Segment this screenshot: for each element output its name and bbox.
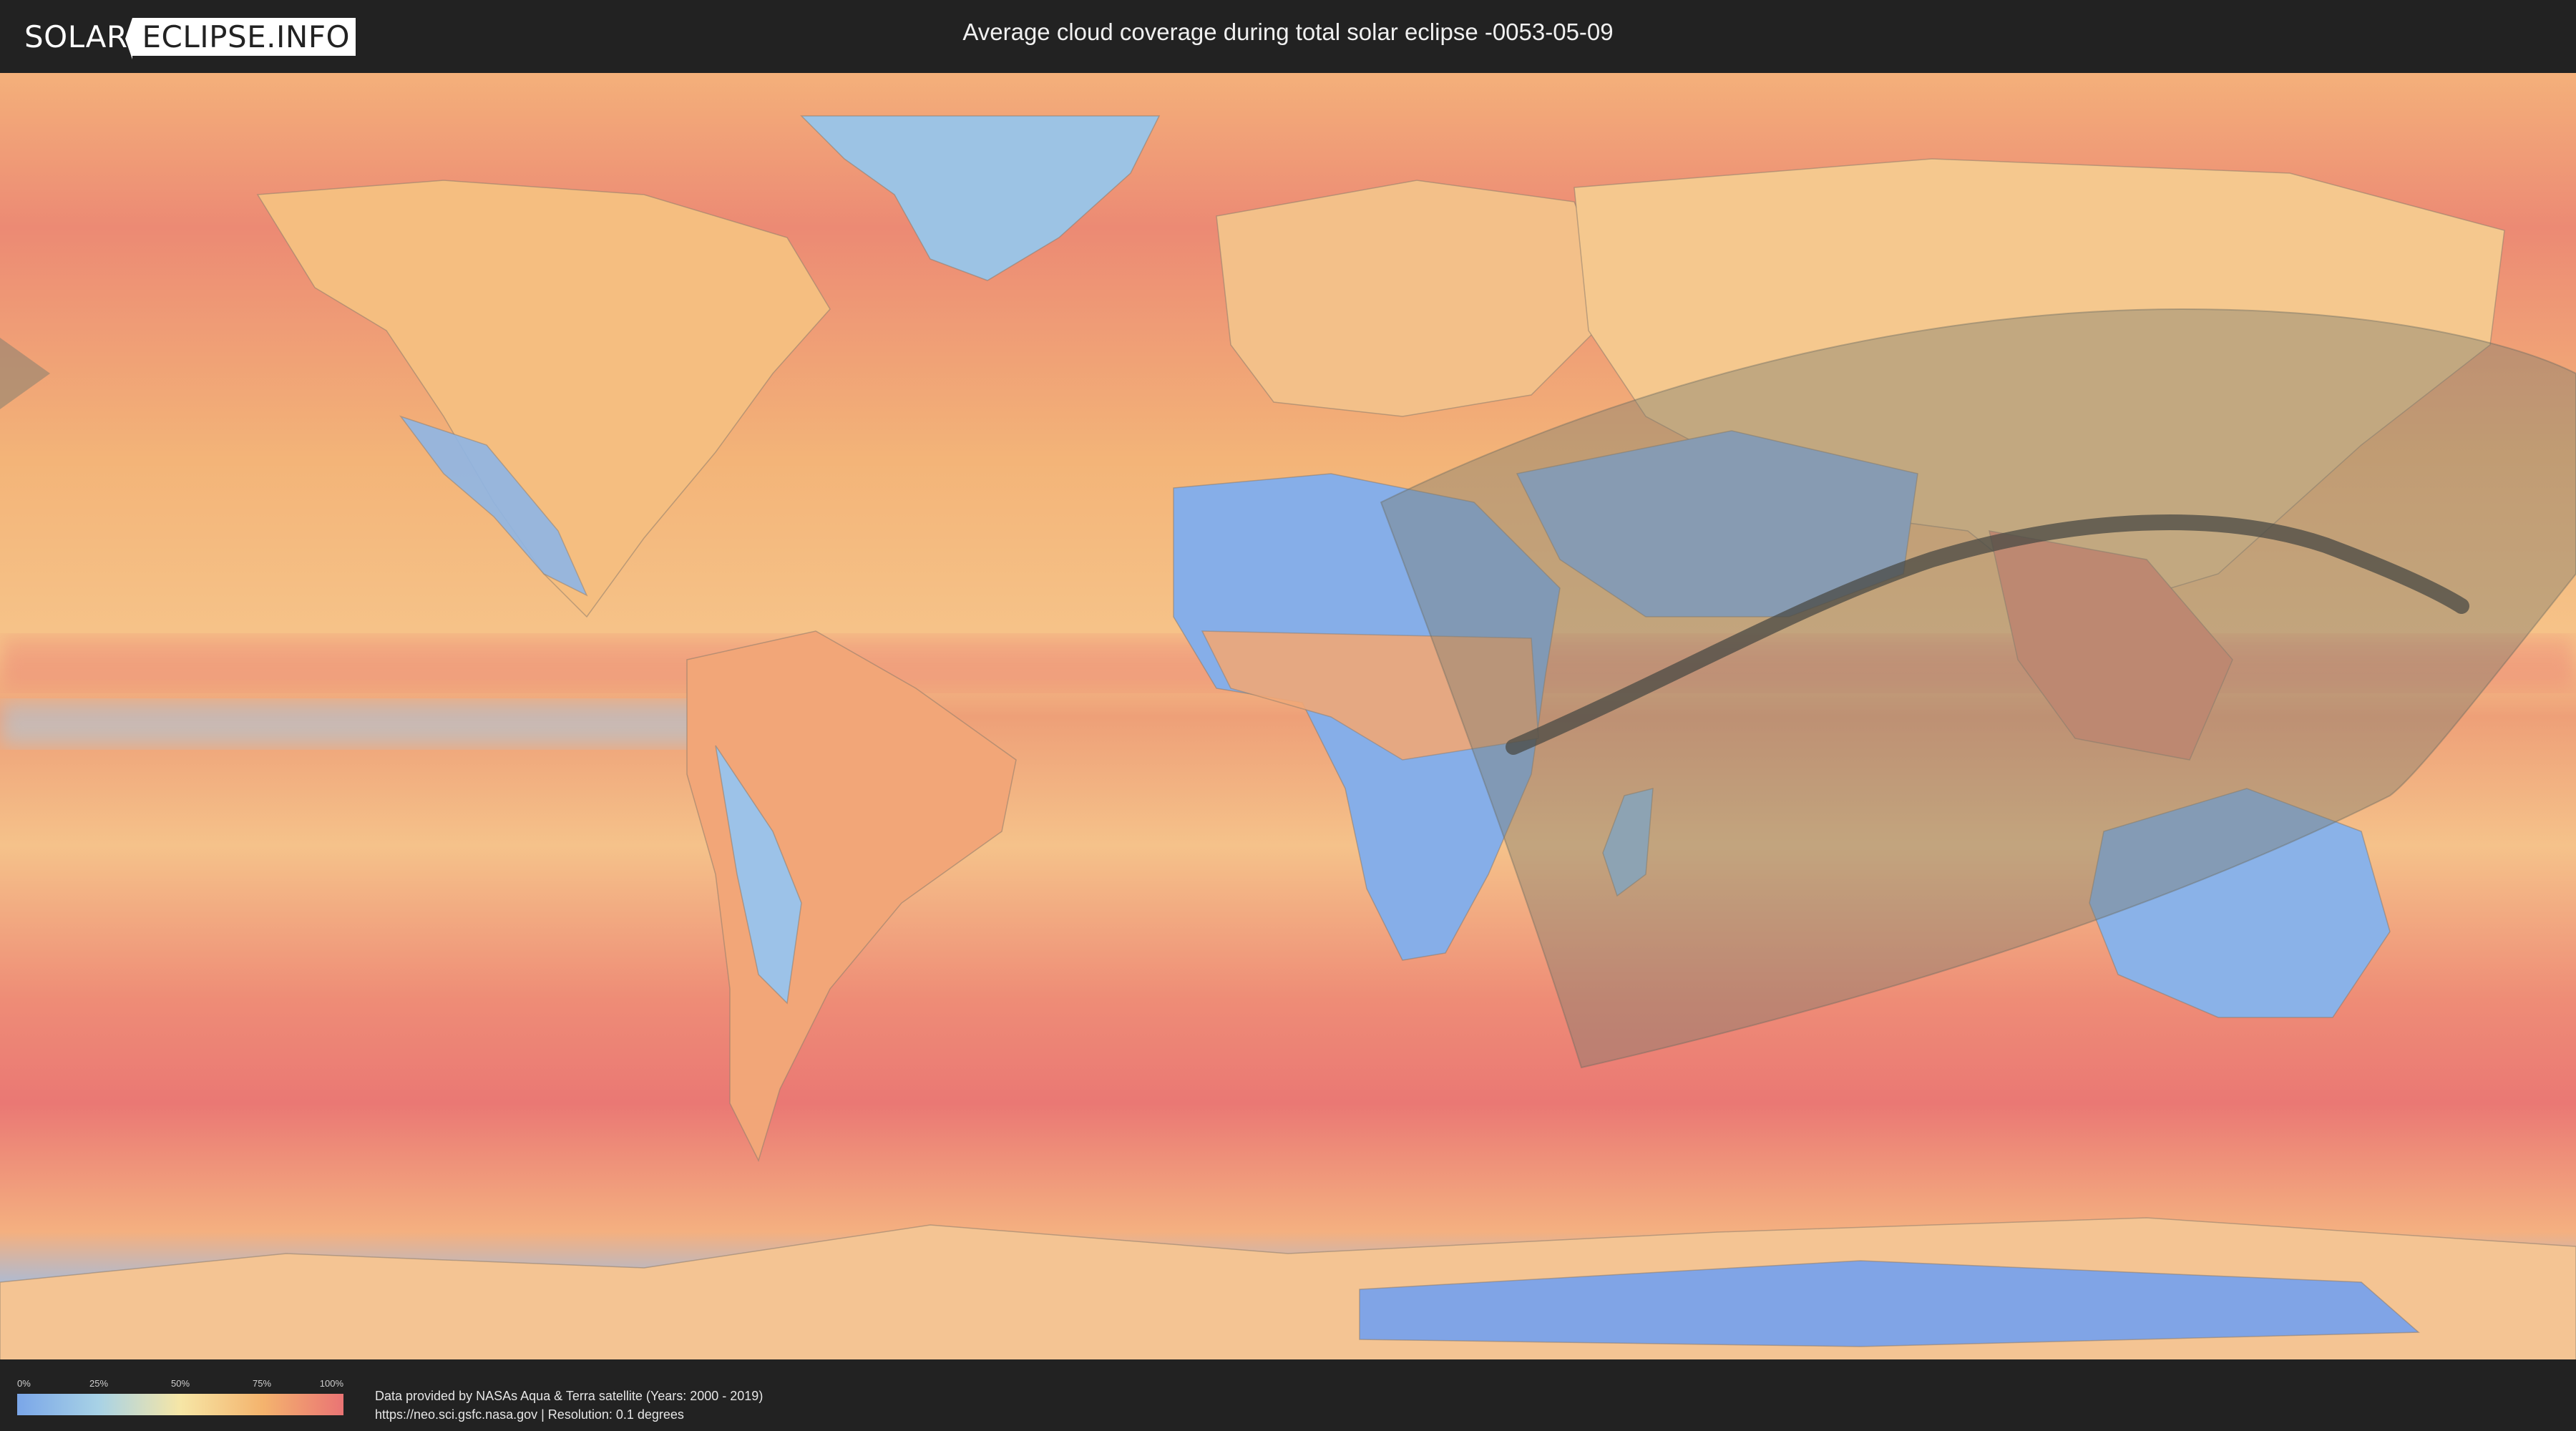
legend-tick-100: 100% <box>319 1378 343 1389</box>
page-title: Average cloud coverage during total sola… <box>962 19 1614 45</box>
legend-ticks: 0% 25% 50% 75% 100% <box>17 1378 343 1391</box>
legend-tick-0: 0% <box>17 1378 31 1389</box>
cloud-coverage-legend: 0% 25% 50% 75% 100% <box>17 1378 343 1415</box>
data-credits: Data provided by NASAs Aqua & Terra sate… <box>375 1387 763 1424</box>
legend-tick-25: 25% <box>89 1378 109 1389</box>
credit-line-source: Data provided by NASAs Aqua & Terra sate… <box>375 1389 763 1403</box>
credit-line-url[interactable]: https://neo.sci.gsfc.nasa.gov | Resoluti… <box>375 1405 763 1424</box>
legend-tick-50: 50% <box>170 1378 190 1389</box>
header: SOLAR ECLIPSE.INFO Average cloud coverag… <box>0 0 2576 73</box>
legend-tick-75: 75% <box>252 1378 272 1389</box>
pacific-clear-band <box>0 703 716 746</box>
footer: 0% 25% 50% 75% 100% Data provided by NAS… <box>0 1359 2576 1431</box>
legend-color-bar <box>17 1394 343 1415</box>
cloud-coverage-map[interactable] <box>0 73 2576 1361</box>
